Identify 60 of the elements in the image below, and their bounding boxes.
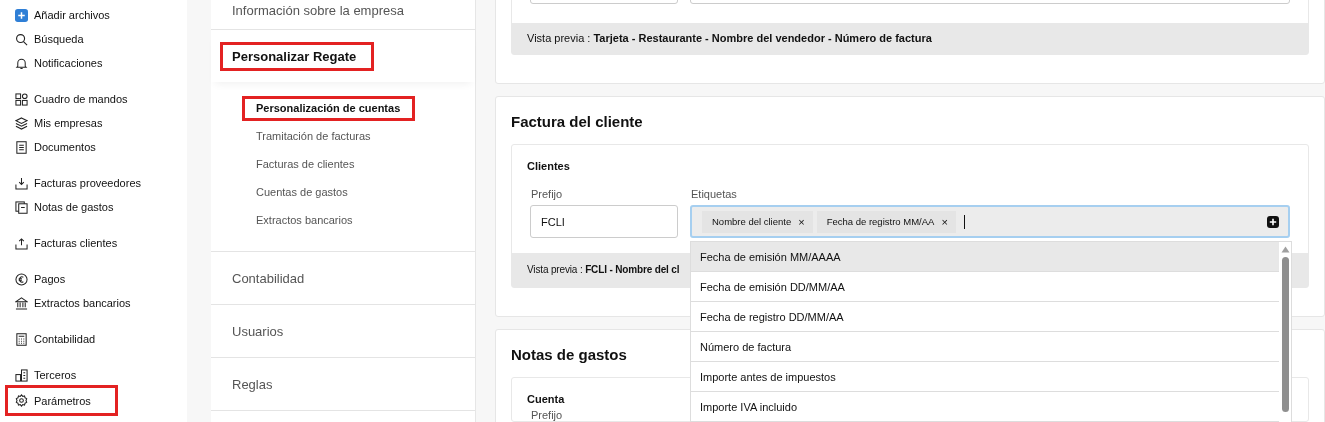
dropdown-option[interactable]: Fecha de emisión DD/MM/AA <box>691 272 1279 302</box>
sidebar-item[interactable]: Notificaciones <box>5 51 130 75</box>
dropdown-option[interactable]: Fecha de emisión MM/AAAA <box>691 242 1279 272</box>
settings-section[interactable]: Contabilidad <box>220 263 323 293</box>
card-title: Factura del cliente <box>511 112 643 132</box>
sidebar-item[interactable]: Facturas clientes <box>5 231 145 255</box>
bank-icon <box>15 296 28 310</box>
preview-text: Vista previa : Tarjeta - Restaurante - Nombre del vendedor - Número de factura <box>512 23 1308 54</box>
tag-label: Nombre del cliente <box>712 216 792 227</box>
sidebar-item[interactable]: Notas de gastos <box>5 195 141 219</box>
settings-section[interactable]: Usuarios <box>220 316 302 346</box>
sidebar-item[interactable]: Mis empresas <box>5 111 130 135</box>
settings-subitem[interactable]: Personalización de cuentas <box>242 96 416 121</box>
sidebar-item[interactable]: Contabilidad <box>5 327 123 351</box>
upload-tray-icon <box>15 236 28 250</box>
settings-section[interactable]: Personalizar Regate <box>220 41 375 71</box>
dropdown-option[interactable]: Fecha de registro DD/MM/AA <box>691 302 1279 332</box>
text-cursor <box>963 214 965 229</box>
dropdown-option[interactable]: Número de factura <box>691 332 1279 362</box>
settings-subitem[interactable]: Facturas de clientes <box>242 152 370 177</box>
sidebar-item[interactable]: Terceros <box>5 363 104 387</box>
sidebar-item[interactable]: Parámetros <box>5 385 118 416</box>
settings-subitem[interactable]: Tramitación de facturas <box>242 124 386 149</box>
grid-icon <box>15 92 28 106</box>
search-icon <box>15 32 28 46</box>
settings-icon <box>15 394 28 407</box>
sidebar-item[interactable]: Documentos <box>5 135 123 159</box>
sidebar-item[interactable]: Añadir archivos <box>5 3 137 27</box>
bell-icon <box>15 56 28 70</box>
sidebar-item[interactable]: Facturas proveedores <box>5 171 168 195</box>
calculator-icon <box>15 332 28 346</box>
add-icon[interactable] <box>1267 215 1279 228</box>
settings-section[interactable]: Información sobre la empresa <box>220 0 422 25</box>
add-icon <box>15 8 28 22</box>
tag-label: Fecha de registro MM/AA <box>826 216 935 227</box>
settings-section[interactable]: Reglas <box>220 369 291 399</box>
layers-icon <box>15 116 28 130</box>
sidebar-item[interactable]: Pagos <box>5 267 93 291</box>
settings-subitem[interactable]: Cuentas de gastos <box>242 180 363 205</box>
field-label: Etiquetas <box>690 187 738 202</box>
sidebar-item[interactable]: Cuadro de mandos <box>5 87 155 111</box>
section-title: Clientes <box>526 159 571 174</box>
download-tray-icon <box>15 176 28 190</box>
field-label: Prefijo <box>531 409 563 421</box>
field-label: Prefijo <box>530 187 563 202</box>
sidebar-item[interactable]: Búsqueda <box>5 27 111 51</box>
receipt-icon <box>15 200 28 214</box>
remove-tag-button[interactable]: × <box>941 215 948 228</box>
document-icon <box>15 140 28 154</box>
remove-tag-button[interactable]: × <box>798 215 805 228</box>
scrollbar-thumb[interactable] <box>1281 257 1289 412</box>
buildings-icon <box>15 368 28 382</box>
prefix-field[interactable]: FCLI <box>530 205 678 238</box>
euro-icon <box>15 272 28 286</box>
settings-subitem[interactable]: Extractos bancarios <box>242 208 368 233</box>
card-title: Notas de gastos <box>511 345 627 365</box>
dropdown-option[interactable]: Importe IVA incluido <box>691 392 1279 422</box>
sidebar-item[interactable]: Extractos bancarios <box>5 291 158 315</box>
tags-field[interactable]: Nombre del cliente × Fecha de registro MM/AA × <box>690 205 1290 238</box>
dropdown-option[interactable]: Importe antes de impuestos <box>691 362 1279 392</box>
